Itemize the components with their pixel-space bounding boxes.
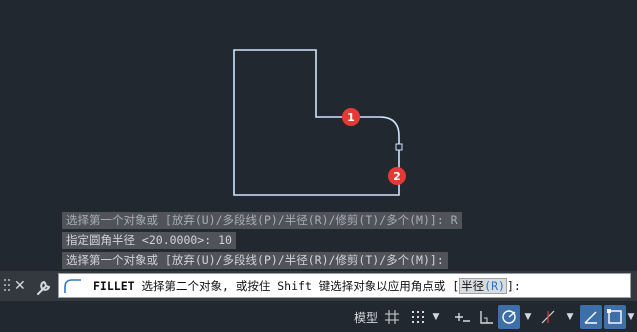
chevron-down-icon[interactable]: ▼ — [626, 305, 636, 329]
grip-handle — [395, 143, 403, 151]
l-shape-polyline — [233, 49, 400, 196]
history-line: 指定圆角半径 <20.0000>: 10 — [62, 232, 236, 249]
close-icon[interactable]: ✕ — [14, 271, 28, 301]
chevron-down-icon[interactable]: ▼ — [564, 305, 576, 329]
snap-dots-icon[interactable] — [408, 305, 428, 329]
chevron-down-icon[interactable]: ▼ — [430, 305, 442, 329]
command-prompt: FILLET 选择第二个对象, 或按住 Shift 键选择对象以应用角点或 [半… — [93, 278, 521, 294]
object-snap-icon[interactable] — [604, 305, 626, 329]
marker-2-label: 2 — [393, 170, 401, 183]
chevron-down-icon[interactable]: ▼ — [522, 305, 534, 329]
history-line: 选择第一个对象或 [放弃(U)/多段线(P)/半径(R)/修剪(T)/多个(M)… — [62, 212, 462, 229]
marker-1-label: 1 — [347, 111, 355, 124]
polar-tracking-icon[interactable] — [498, 305, 520, 329]
osnap-tracking-icon[interactable] — [538, 305, 558, 329]
command-name: FILLET — [93, 279, 135, 293]
infer-constraints-icon[interactable] — [452, 305, 472, 329]
history-line: 选择第一个对象或 [放弃(U)/多段线(P)/半径(R)/修剪(T)/多个(M)… — [62, 252, 448, 269]
option-radius[interactable]: 半径(R) — [459, 278, 507, 294]
model-tab[interactable]: 模型 — [352, 305, 380, 329]
ortho-icon[interactable] — [476, 305, 496, 329]
isometric-icon[interactable] — [580, 305, 602, 329]
drag-handle-icon[interactable] — [3, 271, 11, 301]
command-icon — [62, 275, 84, 297]
wrench-icon[interactable] — [34, 271, 52, 301]
grid-icon[interactable] — [382, 305, 402, 329]
